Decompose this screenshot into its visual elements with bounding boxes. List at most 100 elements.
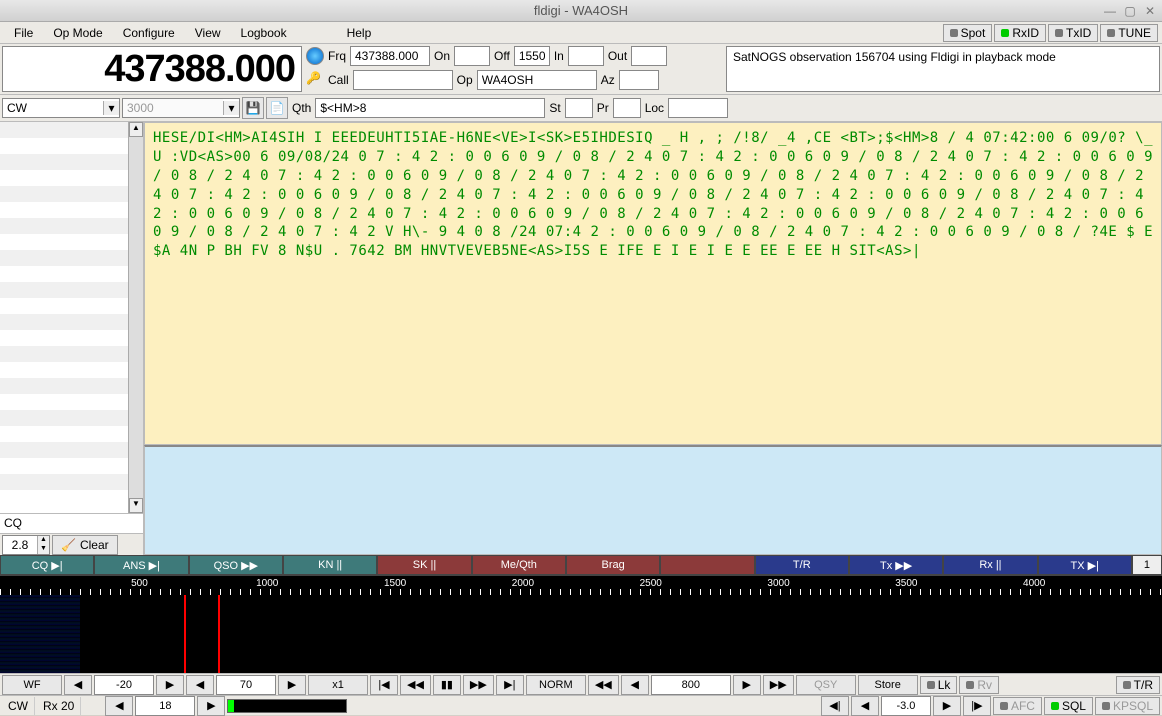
channels-list[interactable] (0, 122, 128, 513)
status-sql-value[interactable]: -3.0 (881, 696, 931, 716)
minimize-icon[interactable]: — (1102, 3, 1118, 19)
az-input[interactable] (619, 70, 659, 90)
up-arrow-icon[interactable]: ▲ (37, 536, 49, 545)
maximize-icon[interactable]: ▢ (1122, 3, 1138, 19)
macro-cq[interactable]: CQ ▶| (0, 555, 94, 575)
chevron-down-icon[interactable]: ▾ (223, 101, 239, 115)
loc-input[interactable] (668, 98, 728, 118)
macro-tx[interactable]: Tx ▶▶ (849, 555, 943, 575)
macro-bank[interactable]: 1 (1132, 555, 1162, 575)
wf-nav-center[interactable]: ▮▮ (433, 675, 461, 695)
lvl-left-button[interactable]: ◀ (64, 675, 92, 695)
notes-field[interactable]: SatNOGS observation 156704 using Fldigi … (726, 46, 1160, 92)
lk-button[interactable]: Lk (920, 676, 958, 694)
menu-help[interactable]: Help (337, 24, 382, 42)
wpm-input[interactable] (3, 536, 37, 554)
wf-nav-last[interactable]: ▶| (496, 675, 524, 695)
mode-combo[interactable]: ▾ (2, 98, 120, 118)
rx-text-panel[interactable]: HESE/DI<HM>AI4SIH I EEEDEUHTI5IAE-H6NE<V… (144, 122, 1162, 445)
on-input[interactable] (454, 46, 490, 66)
status-wpm[interactable]: 18 (135, 696, 195, 716)
list-item[interactable] (0, 170, 128, 186)
frequency-display[interactable]: 437388.000 (2, 46, 302, 92)
bandwidth-input[interactable] (123, 99, 223, 117)
wf-nav-next[interactable]: ▶▶ (463, 675, 494, 695)
list-item[interactable] (0, 122, 128, 138)
mode-input[interactable] (3, 99, 103, 117)
op-input[interactable] (477, 70, 597, 90)
wpm-left-button[interactable]: ◀ (105, 696, 133, 716)
wf-button[interactable]: WF (2, 675, 62, 695)
bandwidth-combo[interactable]: ▾ (122, 98, 240, 118)
frq-input[interactable] (350, 46, 430, 66)
freq-first-button[interactable]: ◀◀ (588, 675, 619, 695)
wf-freq-value[interactable]: 800 (651, 675, 731, 695)
list-item[interactable] (0, 154, 128, 170)
qsy-button[interactable]: QSY (796, 675, 856, 695)
pr-input[interactable] (613, 98, 641, 118)
norm-button[interactable]: NORM (526, 675, 586, 695)
key-icon[interactable]: 🔑 (306, 71, 324, 89)
freq-last-button[interactable]: ▶▶ (763, 675, 794, 695)
wf-nav-prev[interactable]: ◀◀ (400, 675, 431, 695)
txid-button[interactable]: TxID (1048, 24, 1098, 42)
list-item[interactable] (0, 218, 128, 234)
tx-text-panel[interactable] (144, 445, 1162, 555)
speed-value[interactable]: 70 (216, 675, 276, 695)
list-item[interactable] (0, 346, 128, 362)
off-input[interactable] (514, 46, 550, 66)
list-item[interactable] (0, 330, 128, 346)
macro-kn[interactable]: KN || (283, 555, 377, 575)
store-button[interactable]: Store (858, 675, 918, 695)
out-input[interactable] (631, 46, 667, 66)
speed-right-button[interactable]: ▶ (278, 675, 306, 695)
macro-brag[interactable]: Brag (566, 555, 660, 575)
in-input[interactable] (568, 46, 604, 66)
speed-left-button[interactable]: ◀ (186, 675, 214, 695)
tr-button[interactable]: T/R (1116, 676, 1160, 694)
rv-button[interactable]: Rv (959, 676, 999, 694)
macro-tx2[interactable]: TX ▶| (1038, 555, 1132, 575)
list-item[interactable] (0, 250, 128, 266)
menu-configure[interactable]: Configure (113, 24, 185, 42)
clear-button[interactable]: 🧹Clear (52, 535, 118, 555)
list-item[interactable] (0, 378, 128, 394)
call-input[interactable] (353, 70, 453, 90)
tune-button[interactable]: TUNE (1100, 24, 1158, 42)
down-arrow-icon[interactable]: ▼ (37, 545, 49, 554)
freq-left-button[interactable]: ◀ (621, 675, 649, 695)
list-item[interactable] (0, 458, 128, 474)
freq-right-button[interactable]: ▶ (733, 675, 761, 695)
scroll-down-icon[interactable]: ▼ (129, 498, 143, 513)
list-item[interactable] (0, 426, 128, 442)
rxid-button[interactable]: RxID (994, 24, 1046, 42)
wpm-right-button[interactable]: ▶ (197, 696, 225, 716)
macro-sk[interactable]: SK || (377, 555, 471, 575)
afc-button[interactable]: AFC (993, 697, 1042, 715)
sql-last-button[interactable]: |▶ (963, 696, 991, 716)
macro-tr[interactable]: T/R (755, 555, 849, 575)
list-item[interactable] (0, 410, 128, 426)
menu-logbook[interactable]: Logbook (231, 24, 297, 42)
globe-icon[interactable] (306, 47, 324, 65)
wpm-spinner[interactable]: ▲▼ (2, 535, 50, 555)
frequency-ruler[interactable]: 500 1000 1500 2000 2500 3000 3500 4000 (0, 575, 1162, 595)
list-item[interactable] (0, 138, 128, 154)
lvl-value[interactable]: -20 (94, 675, 154, 695)
waterfall-display[interactable] (0, 595, 1162, 673)
sql-left-button[interactable]: ◀ (851, 696, 879, 716)
chevron-down-icon[interactable]: ▾ (103, 101, 119, 115)
macro-rx[interactable]: Rx || (943, 555, 1037, 575)
sql-right-button[interactable]: ▶ (933, 696, 961, 716)
list-item[interactable] (0, 362, 128, 378)
list-item[interactable] (0, 442, 128, 458)
macro-qso[interactable]: QSO ▶▶ (189, 555, 283, 575)
list-item[interactable] (0, 298, 128, 314)
qth-input[interactable] (315, 98, 545, 118)
list-item[interactable] (0, 394, 128, 410)
menu-file[interactable]: File (4, 24, 43, 42)
status-mode[interactable]: CW (2, 697, 35, 715)
cq-box[interactable]: CQ (0, 513, 143, 533)
sql-first-button[interactable]: ◀| (821, 696, 849, 716)
close-icon[interactable]: ✕ (1142, 3, 1158, 19)
